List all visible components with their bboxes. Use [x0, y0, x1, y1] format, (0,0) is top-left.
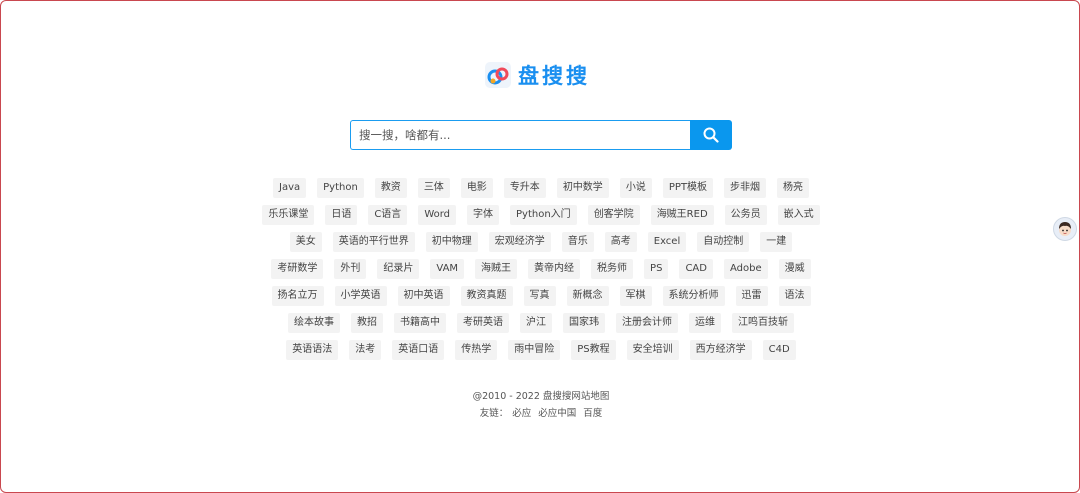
- tag-item[interactable]: CAD: [679, 259, 713, 279]
- tag-item[interactable]: 教资真题: [460, 286, 513, 306]
- tag-item[interactable]: VAM: [430, 259, 465, 279]
- tag-item[interactable]: 西方经济学: [689, 340, 752, 360]
- tag-item[interactable]: PS: [644, 259, 669, 279]
- tag-item[interactable]: 英语口语: [392, 340, 445, 360]
- tag-item[interactable]: 军棋: [619, 286, 652, 306]
- tag-item[interactable]: 海贼王RED: [650, 205, 714, 225]
- tag-item[interactable]: 美女: [289, 232, 322, 252]
- tag-item[interactable]: 英语语法: [286, 340, 339, 360]
- tag-item[interactable]: 教资: [374, 178, 407, 198]
- tag-item[interactable]: 小学英语: [334, 286, 387, 306]
- tag-item[interactable]: 宏观经济学: [488, 232, 551, 252]
- tag-item[interactable]: 初中英语: [397, 286, 450, 306]
- tag-item[interactable]: 步非烟: [723, 178, 766, 198]
- tag-item[interactable]: Java: [273, 178, 307, 198]
- footer-links: 友链： 必应 必应中国 百度: [1, 405, 1080, 419]
- tag-item[interactable]: 三体: [417, 178, 450, 198]
- search-input[interactable]: [350, 120, 690, 150]
- tag-item[interactable]: 新概念: [566, 286, 609, 306]
- tag-row: 考研数学 外刊 纪录片 VAM 海贼王 黄帝内经 税务师 PS CAD Adobe 漫威: [247, 259, 835, 279]
- tag-item[interactable]: 传热学: [455, 340, 498, 360]
- tag-item[interactable]: 考研英语: [457, 313, 509, 333]
- tag-item[interactable]: 英语的平行世界: [332, 232, 415, 252]
- avatar-icon: [1059, 222, 1071, 236]
- friend-link[interactable]: 百度: [583, 408, 602, 419]
- tag-item[interactable]: 注册会计师: [616, 313, 678, 333]
- tag-item[interactable]: 杨亮: [776, 178, 809, 198]
- search-bar: [350, 120, 732, 150]
- tag-item[interactable]: 安全培训: [626, 340, 679, 360]
- tag-item[interactable]: Adobe: [723, 259, 768, 279]
- floating-avatar[interactable]: [1053, 217, 1077, 241]
- tag-item[interactable]: Excel: [647, 232, 687, 252]
- tag-item[interactable]: 纪录片: [377, 259, 420, 279]
- footer-copyright: @2010 - 2022 盘搜搜网站地图: [1, 388, 1080, 402]
- tag-item[interactable]: 语法: [778, 286, 811, 306]
- tag-item[interactable]: Python: [317, 178, 364, 198]
- tag-item[interactable]: 迅雷: [735, 286, 768, 306]
- tag-item[interactable]: 音乐: [561, 232, 594, 252]
- tag-item[interactable]: 绘本故事: [288, 313, 340, 333]
- copyright-text[interactable]: @2010 - 2022 盘搜搜网站地图: [473, 391, 610, 402]
- tag-row: 英语语法 法考 英语口语 传热学 雨中冒险 PS教程 安全培训 西方经济学 C4D: [247, 340, 835, 360]
- tag-item[interactable]: 写真: [523, 286, 556, 306]
- tag-item[interactable]: 海贼王: [475, 259, 518, 279]
- tag-item[interactable]: 税务师: [591, 259, 634, 279]
- browser-frame: 盘搜搜 Java Python 教资三体电影专升本初中数学小说 PPT模板步非烟杨亮乐…: [0, 0, 1080, 493]
- tag-item[interactable]: 乐乐课堂: [262, 205, 315, 225]
- tag-item[interactable]: 外刊: [334, 259, 367, 279]
- tag-row: 绘本故事 教招 书籍高中 考研英语 沪江 国家玮 注册会计师 运维 江鸣百技斩: [247, 313, 835, 333]
- tag-item[interactable]: PPT模板: [662, 178, 713, 198]
- tag-row: 乐乐课堂 日语 C语言 Word 字体 Python入门 创客学院 海贼王RED 公务员 嵌入式: [247, 205, 835, 225]
- tag-item[interactable]: 扬名立万: [271, 286, 324, 306]
- tag-item[interactable]: 初中数学: [556, 178, 609, 198]
- tag-item[interactable]: C语言: [368, 205, 408, 225]
- tag-item[interactable]: 考研数学: [271, 259, 324, 279]
- tag-item[interactable]: 嵌入式: [777, 205, 820, 225]
- tag-item[interactable]: 自动控制: [697, 232, 750, 252]
- links-label: 友链：: [479, 408, 509, 419]
- tag-item[interactable]: 国家玮: [563, 313, 605, 333]
- tag-item[interactable]: 运维: [689, 313, 721, 333]
- tag-item[interactable]: 电影: [460, 178, 493, 198]
- tag-item[interactable]: Word: [418, 205, 457, 225]
- logo-icon: [485, 62, 511, 88]
- tag-item[interactable]: PS教程: [571, 340, 616, 360]
- tag-item[interactable]: 创客学院: [587, 205, 640, 225]
- tag-item[interactable]: Python入门: [510, 205, 577, 225]
- friend-link[interactable]: 必应中国: [538, 408, 576, 419]
- tag-item[interactable]: 字体: [467, 205, 500, 225]
- tag-item[interactable]: 小说: [619, 178, 652, 198]
- tag-item[interactable]: 书籍高中: [394, 313, 446, 333]
- tag-item[interactable]: 一建: [760, 232, 793, 252]
- tag-item[interactable]: 江鸣百技斩: [732, 313, 794, 333]
- tag-item[interactable]: 日语: [325, 205, 358, 225]
- tag-row: 美女 英语的平行世界 初中物理 宏观经济学 音乐 高考 Excel 自动控制 一建: [247, 232, 835, 252]
- tag-item[interactable]: 高考: [604, 232, 637, 252]
- tag-item[interactable]: 漫威: [778, 259, 811, 279]
- tag-item[interactable]: C4D: [762, 340, 796, 360]
- tag-item[interactable]: 公务员: [724, 205, 767, 225]
- tag-item[interactable]: 系统分析师: [662, 286, 725, 306]
- hot-tags: Java Python 教资 三体 电影 专升本 初中数学 小说 PPT模板 步非烟 杨亮乐乐课堂日…: [247, 178, 835, 360]
- site-logo[interactable]: 盘搜搜: [485, 60, 590, 90]
- search-button[interactable]: [690, 120, 732, 150]
- tag-row: Java Python 教资 三体 电影 专升本 初中数学 小说 PPT模板 步非烟 杨亮: [247, 178, 835, 198]
- site-name: 盘搜搜: [518, 64, 590, 88]
- tag-item[interactable]: 专升本: [503, 178, 546, 198]
- friend-link[interactable]: 必应: [512, 408, 531, 419]
- tag-row: 扬名立万 小学英语 初中英语 教资真题 写真 新概念 军棋 系统分析师 迅雷 语法: [247, 286, 835, 306]
- tag-item[interactable]: 法考: [349, 340, 382, 360]
- search-icon: [703, 127, 719, 143]
- tag-item[interactable]: 黄帝内经: [528, 259, 581, 279]
- tag-item[interactable]: 教招: [351, 313, 383, 333]
- tag-item[interactable]: 沪江: [520, 313, 552, 333]
- tag-item[interactable]: 初中物理: [425, 232, 478, 252]
- tag-item[interactable]: 雨中冒险: [508, 340, 561, 360]
